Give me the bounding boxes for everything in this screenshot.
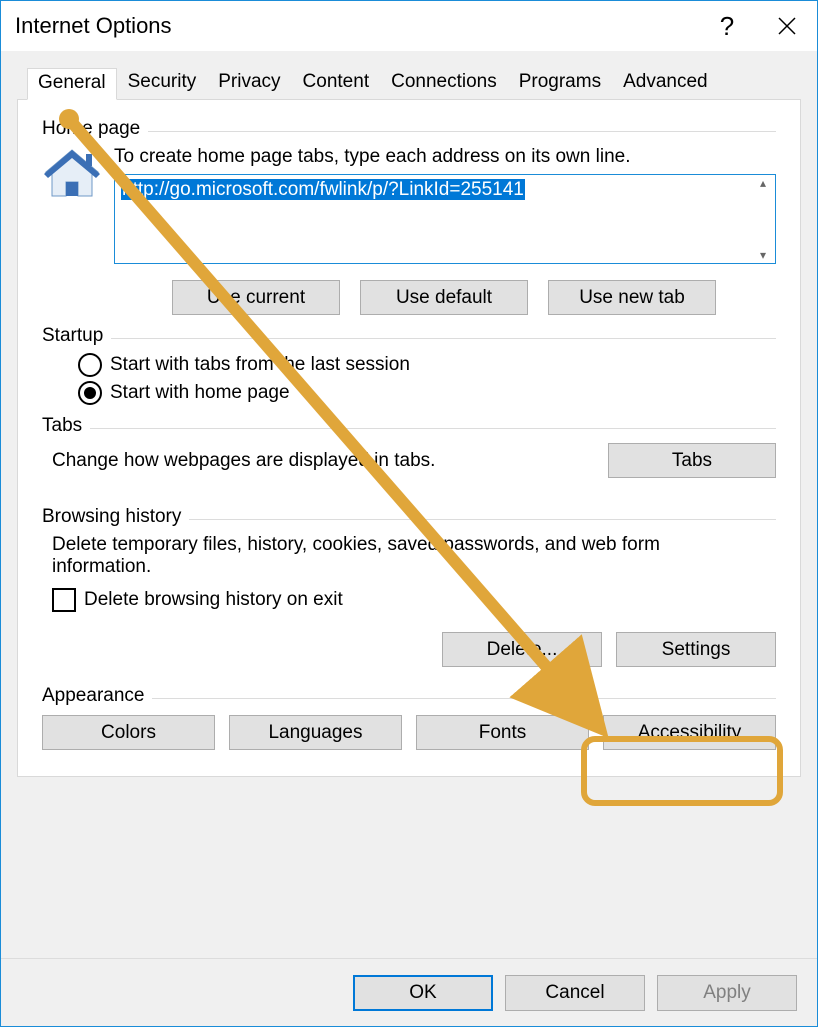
homepage-address-value: http://go.microsoft.com/fwlink/p/?LinkId… <box>121 179 525 200</box>
settings-button[interactable]: Settings <box>616 632 776 667</box>
tabstrip: General Security Privacy Content Connect… <box>27 67 801 99</box>
homepage-instruction: To create home page tabs, type each addr… <box>114 146 776 168</box>
startup-heading: Startup <box>42 325 103 347</box>
internet-options-window: Internet Options ? General Security Priv… <box>0 0 818 1027</box>
tab-connections[interactable]: Connections <box>380 67 508 99</box>
radio-icon <box>78 381 102 405</box>
homepage-heading: Home page <box>42 118 140 140</box>
window-title: Internet Options <box>15 13 697 39</box>
use-new-tab-button[interactable]: Use new tab <box>548 280 716 315</box>
radio-label: Start with home page <box>110 382 290 404</box>
checkbox-icon <box>52 588 76 612</box>
tab-security[interactable]: Security <box>117 67 208 99</box>
tab-general[interactable]: General <box>27 68 117 100</box>
cancel-button[interactable]: Cancel <box>505 975 645 1011</box>
colors-button[interactable]: Colors <box>42 715 215 750</box>
radio-icon <box>78 353 102 377</box>
radio-start-home-page[interactable]: Start with home page <box>78 381 776 405</box>
fonts-button[interactable]: Fonts <box>416 715 589 750</box>
accessibility-button[interactable]: Accessibility <box>603 715 776 750</box>
delete-button[interactable]: Delete... <box>442 632 602 667</box>
tab-panel-general: Home page To create home page tabs, type <box>17 99 801 777</box>
group-browsing-history: Browsing history Delete temporary files,… <box>42 506 776 667</box>
delete-on-exit-checkbox[interactable]: Delete browsing history on exit <box>52 588 776 612</box>
group-startup: Startup Start with tabs from the last se… <box>42 325 776 405</box>
browsing-history-heading: Browsing history <box>42 506 181 528</box>
languages-button[interactable]: Languages <box>229 715 402 750</box>
tab-advanced[interactable]: Advanced <box>612 67 719 99</box>
browsing-history-description: Delete temporary files, history, cookies… <box>52 534 692 578</box>
close-button[interactable] <box>757 1 817 51</box>
appearance-heading: Appearance <box>42 685 144 707</box>
tab-content[interactable]: Content <box>292 67 381 99</box>
tab-programs[interactable]: Programs <box>508 67 612 99</box>
radio-label: Start with tabs from the last session <box>110 354 410 376</box>
ok-button[interactable]: OK <box>353 975 493 1011</box>
tabs-description: Change how webpages are displayed in tab… <box>52 450 588 472</box>
group-appearance: Appearance Colors Languages Fonts Access… <box>42 685 776 750</box>
scroll-down-icon[interactable]: ▾ <box>753 249 773 261</box>
apply-button[interactable]: Apply <box>657 975 797 1011</box>
tab-privacy[interactable]: Privacy <box>207 67 291 99</box>
titlebar: Internet Options ? <box>1 1 817 51</box>
scroll-up-icon[interactable]: ▴ <box>753 177 773 189</box>
group-tabs: Tabs Change how webpages are displayed i… <box>42 415 776 478</box>
textarea-scroll[interactable]: ▴ ▾ <box>753 177 773 261</box>
dialog-footer: OK Cancel Apply <box>1 958 817 1026</box>
use-default-button[interactable]: Use default <box>360 280 528 315</box>
tabs-heading: Tabs <box>42 415 82 437</box>
tabs-button[interactable]: Tabs <box>608 443 776 478</box>
group-homepage: Home page To create home page tabs, type <box>42 118 776 315</box>
homepage-address-input[interactable]: http://go.microsoft.com/fwlink/p/?LinkId… <box>114 174 776 264</box>
dialog-body: General Security Privacy Content Connect… <box>1 51 817 958</box>
close-icon <box>777 16 797 36</box>
radio-start-last-session[interactable]: Start with tabs from the last session <box>78 353 776 377</box>
use-current-button[interactable]: Use current <box>172 280 340 315</box>
checkbox-label: Delete browsing history on exit <box>84 589 343 611</box>
home-icon <box>42 146 102 207</box>
help-button[interactable]: ? <box>697 1 757 51</box>
